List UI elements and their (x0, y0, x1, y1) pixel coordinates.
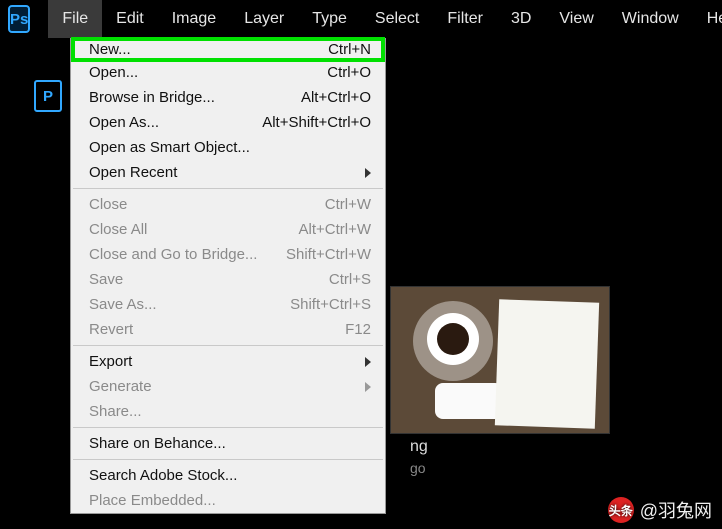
menu-label: Open as Smart Object... (89, 139, 250, 156)
menu-label: New... (89, 41, 131, 58)
menu-separator (73, 188, 383, 189)
menu-shortcut: Alt+Shift+Ctrl+O (262, 114, 371, 131)
menu-view[interactable]: View (545, 0, 607, 38)
menu-label: Share on Behance... (89, 435, 226, 452)
menu-item-close-bridge[interactable]: Close and Go to Bridge... Shift+Ctrl+W (71, 242, 385, 267)
thumbnail-time: go (410, 460, 426, 476)
menu-item-save[interactable]: Save Ctrl+S (71, 267, 385, 292)
menu-3d[interactable]: 3D (497, 0, 545, 38)
menu-item-open-recent[interactable]: Open Recent (71, 160, 385, 185)
menu-separator (73, 459, 383, 460)
menu-label: Export (89, 353, 132, 370)
menu-shortcut: Shift+Ctrl+W (286, 246, 371, 263)
menu-item-revert[interactable]: Revert F12 (71, 317, 385, 342)
menu-item-close[interactable]: Close Ctrl+W (71, 192, 385, 217)
watermark-text: @羽兔网 (640, 497, 712, 523)
menu-label: Revert (89, 321, 133, 338)
submenu-arrow-icon (365, 168, 371, 178)
menu-separator (73, 345, 383, 346)
file-menu-dropdown: New... Ctrl+N Open... Ctrl+O Browse in B… (70, 38, 386, 514)
menu-file[interactable]: File (48, 0, 102, 38)
document-icon: P (34, 80, 62, 112)
menu-shortcut: Alt+Ctrl+O (301, 89, 371, 106)
watermark: 头条 @羽兔网 (608, 497, 712, 523)
submenu-arrow-icon (365, 382, 371, 392)
menu-shortcut: Ctrl+N (328, 41, 371, 58)
menu-item-export[interactable]: Export (71, 349, 385, 374)
menu-label: Search Adobe Stock... (89, 467, 237, 484)
menu-item-behance[interactable]: Share on Behance... (71, 431, 385, 456)
menu-item-close-all[interactable]: Close All Alt+Ctrl+W (71, 217, 385, 242)
menu-shortcut: F12 (345, 321, 371, 338)
menu-item-generate[interactable]: Generate (71, 374, 385, 399)
menu-item-adobe-stock[interactable]: Search Adobe Stock... (71, 463, 385, 488)
submenu-arrow-icon (365, 357, 371, 367)
menu-shortcut: Ctrl+W (325, 196, 371, 213)
menu-select[interactable]: Select (361, 0, 433, 38)
menu-label: Browse in Bridge... (89, 89, 215, 106)
menu-separator (73, 427, 383, 428)
menu-label: Close (89, 196, 127, 213)
menu-filter[interactable]: Filter (433, 0, 497, 38)
menu-type[interactable]: Type (298, 0, 361, 38)
menu-shortcut: Shift+Ctrl+S (290, 296, 371, 313)
menu-label: Open Recent (89, 164, 177, 181)
recent-thumbnail[interactable] (390, 286, 610, 434)
menu-label: Place Embedded... (89, 492, 216, 509)
menu-item-place-embedded[interactable]: Place Embedded... (71, 488, 385, 513)
watermark-badge: 头条 (608, 497, 634, 523)
menu-label: Share... (89, 403, 142, 420)
menu-window[interactable]: Window (608, 0, 693, 38)
menu-help[interactable]: Help (693, 0, 722, 38)
menu-item-open-as[interactable]: Open As... Alt+Shift+Ctrl+O (71, 110, 385, 135)
menu-label: Generate (89, 378, 152, 395)
menu-label: Open As... (89, 114, 159, 131)
menu-item-new[interactable]: New... Ctrl+N (71, 37, 385, 62)
menu-edit[interactable]: Edit (102, 0, 158, 38)
thumbnail-title: ng (410, 438, 428, 456)
menu-shortcut: Alt+Ctrl+W (298, 221, 371, 238)
menu-shortcut: Ctrl+O (327, 64, 371, 81)
menu-label: Save (89, 271, 123, 288)
menu-label: Open... (89, 64, 138, 81)
menu-item-smart-object[interactable]: Open as Smart Object... (71, 135, 385, 160)
menu-shortcut: Ctrl+S (329, 271, 371, 288)
menu-label: Close and Go to Bridge... (89, 246, 257, 263)
menubar: Ps File Edit Image Layer Type Select Fil… (0, 0, 722, 38)
menu-image[interactable]: Image (158, 0, 230, 38)
menu-label: Save As... (89, 296, 157, 313)
photoshop-icon: Ps (8, 5, 30, 33)
menu-item-browse-bridge[interactable]: Browse in Bridge... Alt+Ctrl+O (71, 85, 385, 110)
menu-item-open[interactable]: Open... Ctrl+O (71, 60, 385, 85)
menu-label: Close All (89, 221, 147, 238)
menu-item-share[interactable]: Share... (71, 399, 385, 424)
menu-item-save-as[interactable]: Save As... Shift+Ctrl+S (71, 292, 385, 317)
menu-layer[interactable]: Layer (230, 0, 298, 38)
